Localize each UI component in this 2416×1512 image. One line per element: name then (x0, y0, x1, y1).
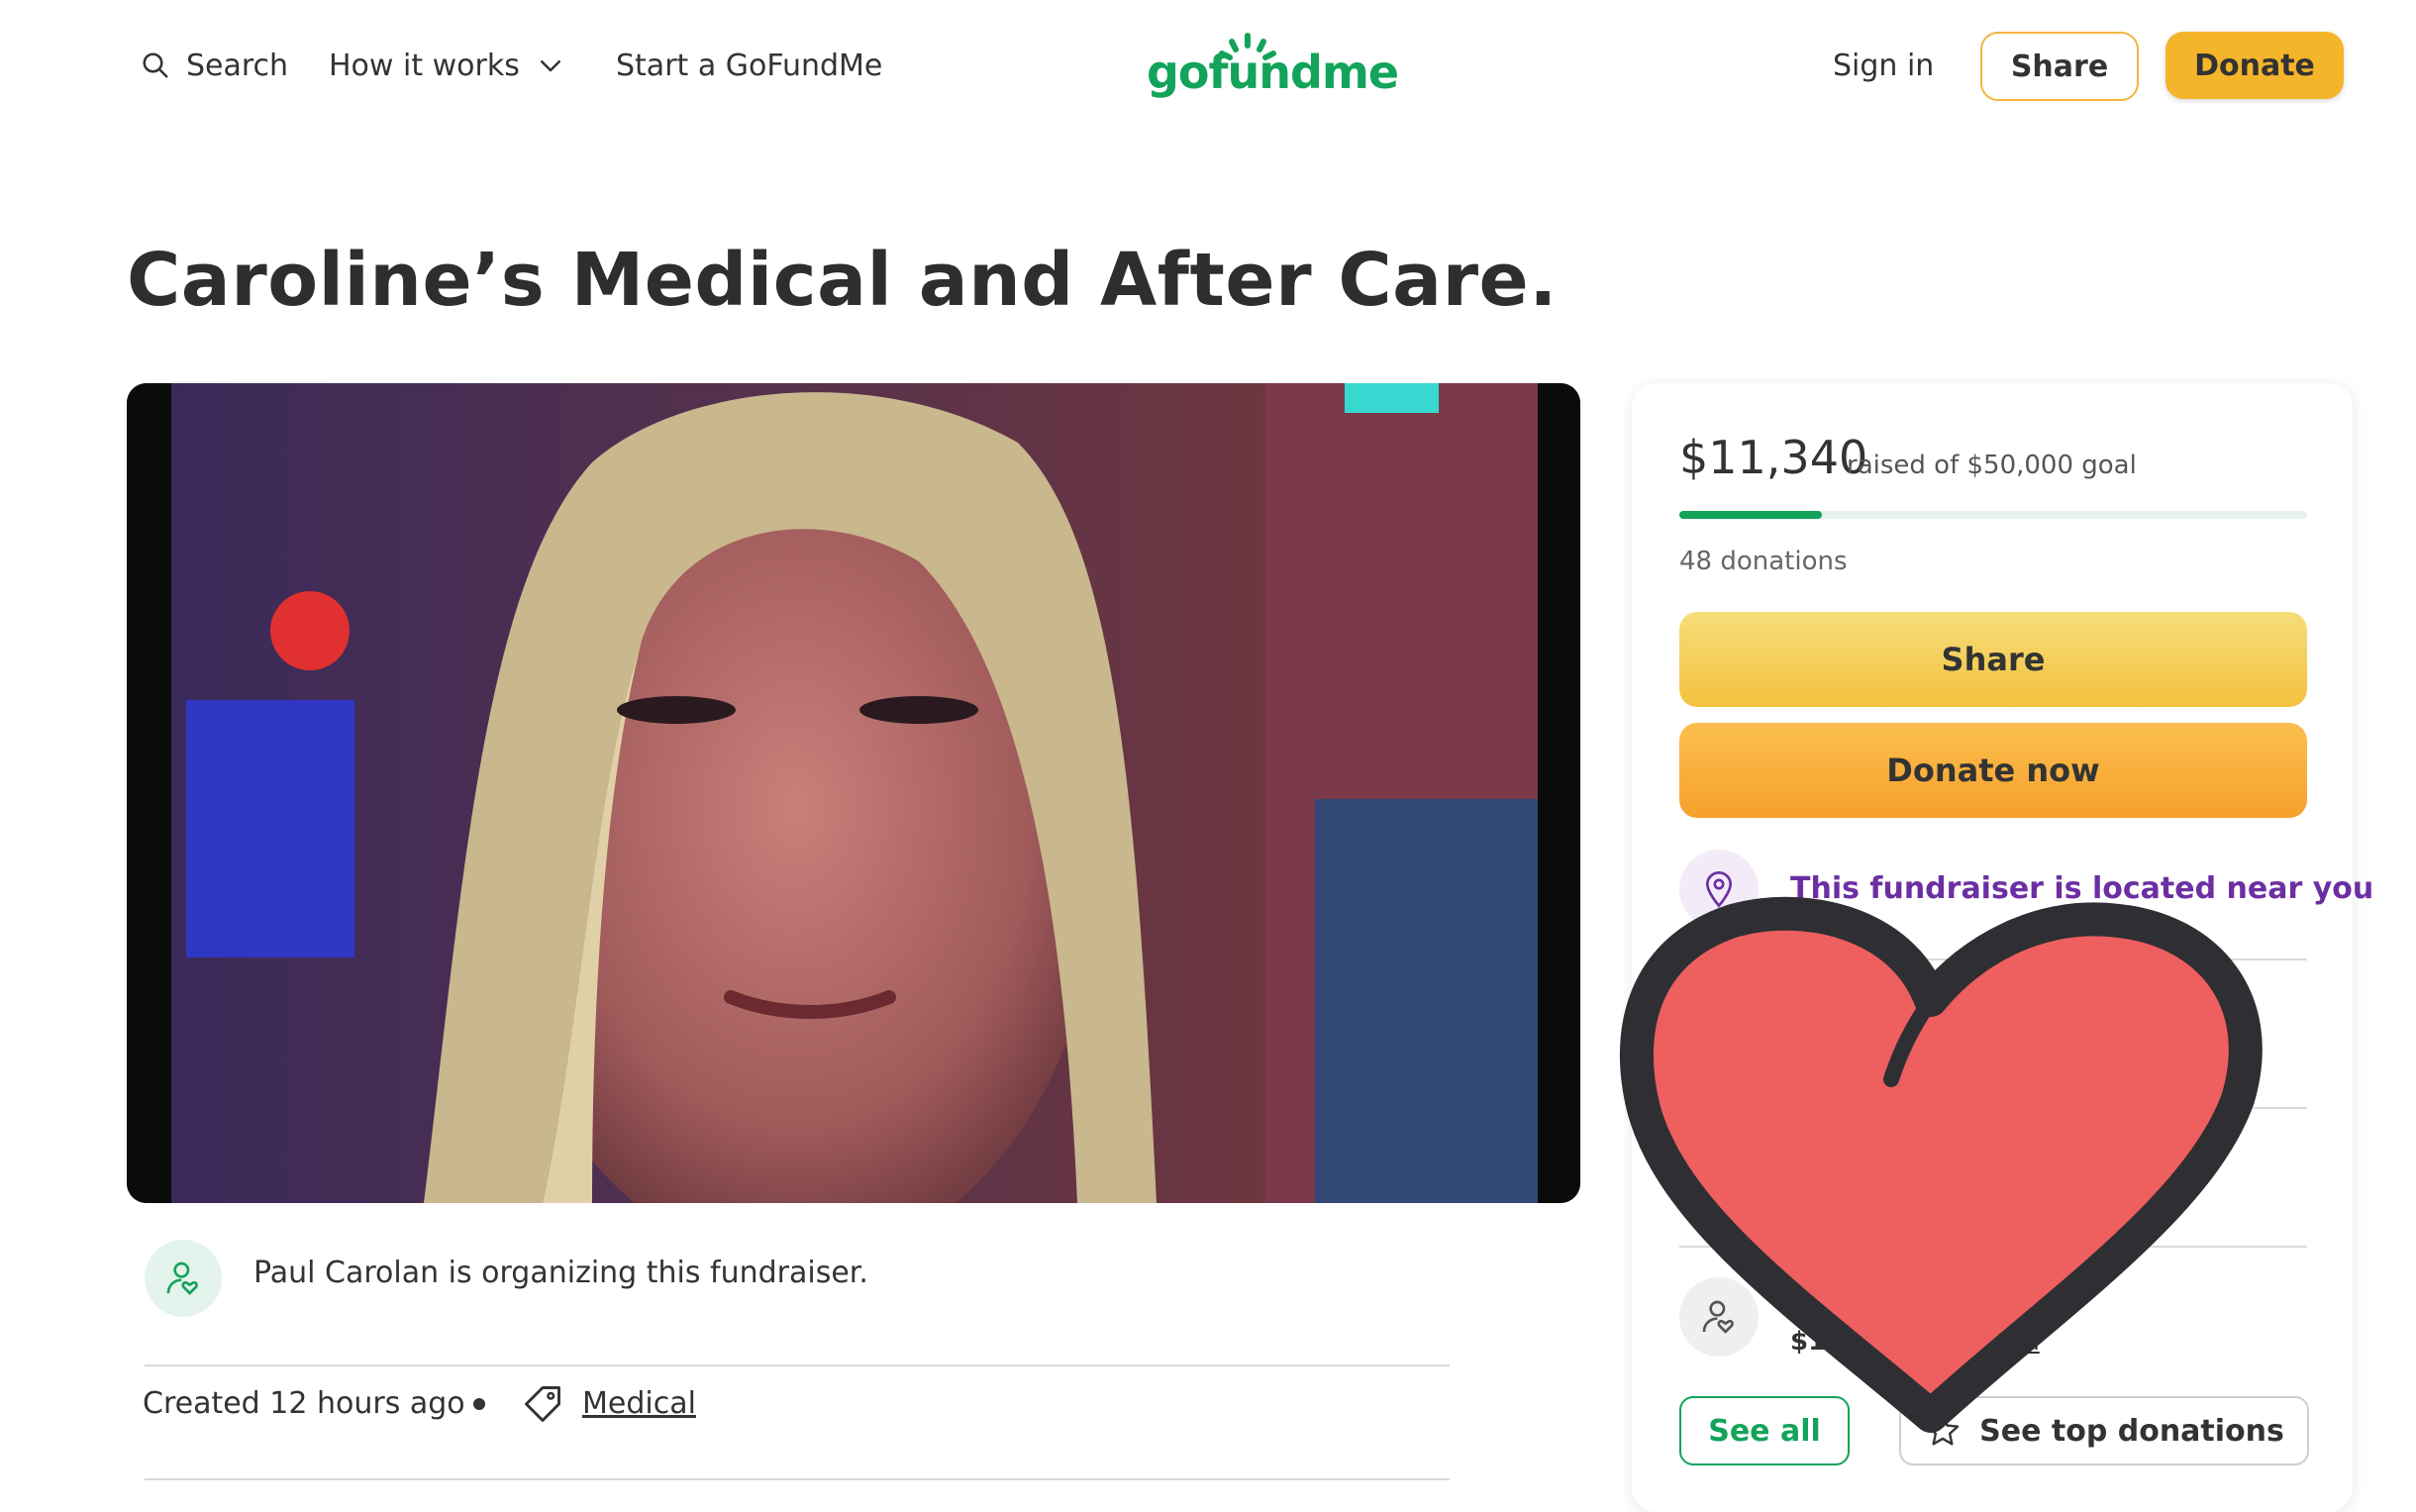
fundraiser-photo[interactable] (127, 383, 1580, 1203)
divider (145, 1364, 1450, 1366)
created-date: Created 12 hours ago (143, 1386, 465, 1421)
share-button-label: Share (1941, 641, 2046, 678)
goal-text: raised of $50,000 goal (1847, 451, 2137, 480)
header-share-label: Share (2010, 49, 2109, 84)
search-link[interactable]: Search (141, 44, 288, 87)
donate-now-button[interactable]: Donate now (1679, 723, 2307, 818)
header-donate-label: Donate (2194, 48, 2315, 83)
bullet-separator (473, 1398, 485, 1410)
photo-image (127, 383, 1580, 1203)
amount-raised: $11,340 (1679, 431, 1868, 484)
tag-icon (525, 1386, 560, 1422)
chevron-down-icon (540, 60, 560, 72)
sign-in-label: Sign in (1833, 48, 1935, 83)
search-icon (143, 52, 168, 78)
header-donate-button[interactable]: Donate (2165, 32, 2344, 99)
how-it-works-menu[interactable]: How it works (329, 44, 565, 87)
header-share-button[interactable]: Share (1980, 32, 2139, 101)
organizer-text: Paul Carolan is organizing this fundrais… (253, 1256, 868, 1290)
how-it-works-label: How it works (329, 48, 520, 83)
sign-in-link[interactable]: Sign in (1833, 44, 1934, 87)
start-label: Start a GoFundMe (616, 48, 883, 83)
donations-count: 48 donations (1679, 547, 1848, 576)
organizer-avatar (145, 1240, 222, 1317)
share-button[interactable]: Share (1679, 612, 2307, 707)
progress-fill (1679, 511, 1822, 519)
search-label: Search (186, 48, 289, 83)
gofundme-logo[interactable]: gofundme (1129, 28, 1399, 107)
progress-bar (1679, 511, 2307, 519)
logo-text: gofundme (1147, 46, 1399, 99)
category-link[interactable]: Medical (582, 1386, 696, 1421)
donate-now-label: Donate now (1886, 752, 2100, 789)
divider-bottom (145, 1478, 1450, 1480)
heart-sticker (1619, 896, 2263, 1433)
organizer-icon (166, 1261, 198, 1295)
page-title: Caroline’s Medical and After Care. (127, 238, 1558, 323)
start-gofundme-link[interactable]: Start a GoFundMe (616, 44, 882, 87)
